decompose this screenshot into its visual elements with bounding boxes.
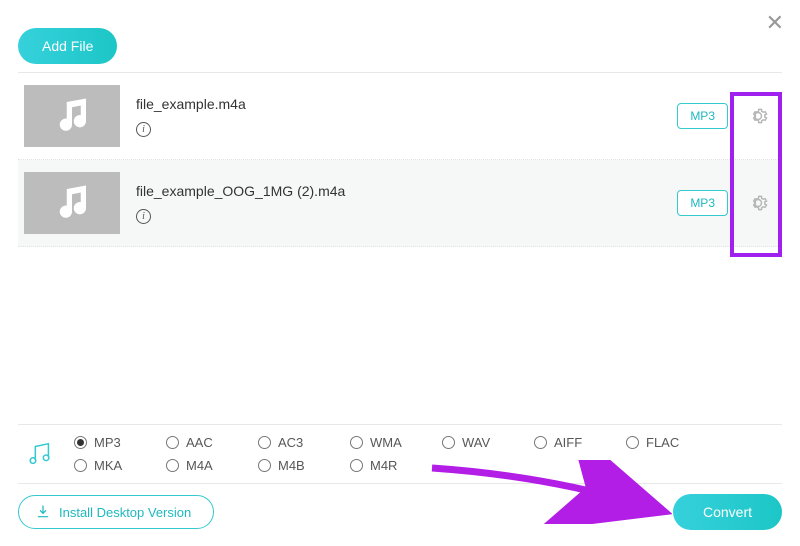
format-label: MKA bbox=[94, 458, 122, 473]
output-format-chip[interactable]: MP3 bbox=[677, 103, 728, 129]
format-option-aac[interactable]: AAC bbox=[166, 435, 222, 450]
settings-button[interactable] bbox=[744, 189, 772, 217]
format-label: M4B bbox=[278, 458, 305, 473]
format-option-aiff[interactable]: AIFF bbox=[534, 435, 590, 450]
format-option-mp3[interactable]: MP3 bbox=[74, 435, 130, 450]
convert-button[interactable]: Convert bbox=[673, 494, 782, 530]
format-option-wav[interactable]: WAV bbox=[442, 435, 498, 450]
format-option-flac[interactable]: FLAC bbox=[626, 435, 682, 450]
format-option-m4r[interactable]: M4R bbox=[350, 458, 406, 473]
format-selection-bar: MP3 AAC AC3 WMA WAV AIFF FLAC MKA M4A M4… bbox=[18, 424, 782, 484]
file-meta: file_example_OOG_1MG (2).m4a i bbox=[136, 183, 677, 224]
format-option-mka[interactable]: MKA bbox=[74, 458, 130, 473]
info-icon[interactable]: i bbox=[136, 209, 151, 224]
file-meta: file_example.m4a i bbox=[136, 96, 677, 137]
add-file-button[interactable]: Add File bbox=[18, 28, 117, 64]
format-label: M4A bbox=[186, 458, 213, 473]
gear-icon bbox=[747, 105, 769, 127]
audio-thumbnail bbox=[24, 172, 120, 234]
download-icon bbox=[35, 504, 51, 520]
format-label: WAV bbox=[462, 435, 490, 450]
file-row-actions: MP3 bbox=[677, 102, 776, 130]
format-label: AAC bbox=[186, 435, 213, 450]
format-option-m4b[interactable]: M4B bbox=[258, 458, 314, 473]
output-format-chip[interactable]: MP3 bbox=[677, 190, 728, 216]
file-name: file_example.m4a bbox=[136, 96, 677, 112]
close-icon[interactable]: ✕ bbox=[766, 10, 784, 36]
format-label: M4R bbox=[370, 458, 397, 473]
format-label: FLAC bbox=[646, 435, 679, 450]
install-desktop-button[interactable]: Install Desktop Version bbox=[18, 495, 214, 529]
format-label: WMA bbox=[370, 435, 402, 450]
file-row-actions: MP3 bbox=[677, 189, 776, 217]
file-row: file_example_OOG_1MG (2).m4a i MP3 bbox=[18, 160, 782, 247]
audio-thumbnail bbox=[24, 85, 120, 147]
settings-button[interactable] bbox=[744, 102, 772, 130]
format-label: AC3 bbox=[278, 435, 303, 450]
music-double-note-icon bbox=[18, 439, 62, 469]
music-note-icon bbox=[51, 182, 93, 224]
format-radio-group: MP3 AAC AC3 WMA WAV AIFF FLAC MKA M4A M4… bbox=[74, 435, 682, 473]
bottom-bar: Install Desktop Version Convert bbox=[18, 494, 782, 530]
info-icon[interactable]: i bbox=[136, 122, 151, 137]
format-label: MP3 bbox=[94, 435, 121, 450]
file-row: file_example.m4a i MP3 bbox=[18, 73, 782, 160]
file-name: file_example_OOG_1MG (2).m4a bbox=[136, 183, 677, 199]
format-option-ac3[interactable]: AC3 bbox=[258, 435, 314, 450]
format-option-m4a[interactable]: M4A bbox=[166, 458, 222, 473]
install-desktop-label: Install Desktop Version bbox=[59, 505, 191, 520]
format-label: AIFF bbox=[554, 435, 582, 450]
gear-icon bbox=[747, 192, 769, 214]
music-note-icon bbox=[51, 95, 93, 137]
format-option-wma[interactable]: WMA bbox=[350, 435, 406, 450]
file-list: file_example.m4a i MP3 file_example_OOG_… bbox=[18, 72, 782, 247]
